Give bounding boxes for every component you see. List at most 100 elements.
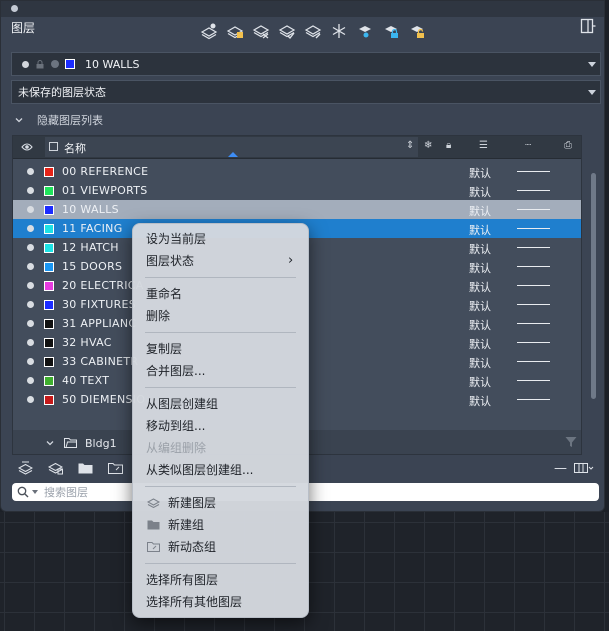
on-icon[interactable] xyxy=(27,377,34,384)
lineweight-sample[interactable] xyxy=(517,209,550,210)
menu-item-new-group[interactable]: 新建组 xyxy=(147,515,204,535)
isolate-icon[interactable] xyxy=(355,21,375,41)
linetype-value[interactable]: 默认 xyxy=(469,355,491,371)
linetype-value[interactable]: 默认 xyxy=(469,222,491,238)
on-icon[interactable] xyxy=(27,168,34,175)
lineweight-sample[interactable] xyxy=(517,171,550,172)
layer-row[interactable]: 01 VIEWPORTS 默认 xyxy=(13,181,581,200)
menu-item-new-layer[interactable]: 新建图层 xyxy=(147,493,216,513)
chevron-down-icon[interactable] xyxy=(46,439,54,447)
palette-drag-bar[interactable] xyxy=(1,1,604,17)
linetype-value[interactable]: 默认 xyxy=(469,336,491,352)
hidden-layer-list-toggle[interactable]: 隐藏图层列表 xyxy=(15,112,103,128)
on-icon[interactable] xyxy=(27,339,34,346)
new-layer-vp-frozen-icon[interactable] xyxy=(48,461,63,475)
vertical-scrollbar[interactable] xyxy=(591,173,596,399)
layer-color-swatch[interactable] xyxy=(44,357,54,367)
new-layer-icon[interactable] xyxy=(18,461,33,475)
match-layer-icon[interactable] xyxy=(303,21,323,41)
on-icon[interactable] xyxy=(27,225,34,232)
on-icon[interactable] xyxy=(27,396,34,403)
layer-color-swatch[interactable] xyxy=(44,243,54,253)
linetype-value[interactable]: 默认 xyxy=(469,393,491,409)
on-icon[interactable] xyxy=(27,187,34,194)
linetype-value[interactable]: 默认 xyxy=(469,203,491,219)
lineweight-sample[interactable] xyxy=(517,304,550,305)
linetype-value[interactable]: 默认 xyxy=(469,184,491,200)
layer-color-swatch[interactable] xyxy=(44,281,54,291)
linetype-column-icon[interactable]: ☰ xyxy=(479,140,488,151)
layer-color-swatch[interactable] xyxy=(44,167,54,177)
menu-item-layer-states[interactable]: 图层状态 › xyxy=(146,251,296,271)
layer-color-swatch[interactable] xyxy=(44,186,54,196)
lock-icon[interactable] xyxy=(381,21,401,41)
on-icon[interactable] xyxy=(27,244,34,251)
menu-item-delete[interactable]: 删除 xyxy=(146,306,170,326)
eye-icon[interactable] xyxy=(21,142,33,152)
menu-item-merge[interactable]: 合并图层... xyxy=(146,361,205,381)
layer-color-swatch[interactable] xyxy=(44,224,54,234)
layer-color-swatch[interactable] xyxy=(44,338,54,348)
close-palette-button[interactable] xyxy=(11,5,18,12)
lineweight-sample[interactable] xyxy=(517,399,550,400)
new-layer-vp-frozen-icon[interactable] xyxy=(225,21,245,41)
current-layer-dropdown[interactable]: 10 WALLS xyxy=(11,52,601,76)
linetype-value[interactable]: 默认 xyxy=(469,374,491,390)
linetype-value[interactable]: 默认 xyxy=(469,241,491,257)
layer-color-swatch[interactable] xyxy=(44,319,54,329)
delete-layer-icon[interactable] xyxy=(251,21,271,41)
menu-item-create-group-from-layers[interactable]: 从图层创建组 xyxy=(146,394,218,414)
lock-column-icon[interactable]: 🔒︎ xyxy=(446,140,451,151)
linetype-value[interactable]: 默认 xyxy=(469,317,491,333)
on-icon[interactable] xyxy=(27,206,34,213)
menu-item-rename[interactable]: 重命名 xyxy=(146,284,182,304)
layer-color-swatch[interactable] xyxy=(44,300,54,310)
layer-state-dropdown[interactable]: 未保存的图层状态 xyxy=(11,80,601,104)
on-icon[interactable] xyxy=(27,301,34,308)
new-group-icon[interactable] xyxy=(78,461,93,475)
menu-item-set-current[interactable]: 设为当前层 xyxy=(146,229,206,249)
layer-color-swatch[interactable] xyxy=(44,376,54,386)
menu-item-new-dynamic-group[interactable]: 新动态组 xyxy=(147,537,216,557)
menu-item-move-to-group[interactable]: 移动到组... xyxy=(146,416,205,436)
linetype-value[interactable]: 默认 xyxy=(469,279,491,295)
on-icon[interactable] xyxy=(27,320,34,327)
unlock-icon[interactable] xyxy=(407,21,427,41)
dock-panel-icon[interactable] xyxy=(580,18,596,34)
freeze-icon[interactable] xyxy=(329,21,349,41)
menu-item-select-all[interactable]: 选择所有图层 xyxy=(146,570,218,590)
lineweight-sample[interactable] xyxy=(517,190,550,191)
layer-color-swatch[interactable] xyxy=(44,205,54,215)
on-icon[interactable] xyxy=(27,358,34,365)
delete-button[interactable]: — xyxy=(554,461,567,476)
lineweight-sample[interactable] xyxy=(517,361,550,362)
sort-icon[interactable]: ⇕ xyxy=(406,140,414,151)
on-icon[interactable] xyxy=(27,263,34,270)
columns-menu-icon[interactable] xyxy=(574,462,594,474)
new-layer-icon[interactable] xyxy=(199,21,219,41)
lineweight-sample[interactable] xyxy=(517,342,550,343)
plot-column-icon[interactable]: ⎙ xyxy=(564,140,572,151)
menu-item-create-group-from-similar[interactable]: 从类似图层创建组... xyxy=(146,460,253,480)
freeze-column-icon[interactable]: ❄ xyxy=(424,140,432,151)
new-dynamic-group-icon[interactable] xyxy=(108,461,123,475)
linetype-value[interactable]: 默认 xyxy=(469,298,491,314)
filter-icon[interactable] xyxy=(565,436,577,448)
linetype-value[interactable]: 默认 xyxy=(469,165,491,181)
lineweight-sample[interactable] xyxy=(517,266,550,267)
layer-row[interactable]: 10 WALLS 默认 xyxy=(13,200,581,219)
lineweight-column-icon[interactable]: ┈ xyxy=(525,140,531,151)
lineweight-sample[interactable] xyxy=(517,228,550,229)
lineweight-sample[interactable] xyxy=(517,380,550,381)
lineweight-sample[interactable] xyxy=(517,285,550,286)
set-current-icon[interactable] xyxy=(277,21,297,41)
lineweight-sample[interactable] xyxy=(517,323,550,324)
menu-item-select-all-others[interactable]: 选择所有其他图层 xyxy=(146,592,242,612)
lineweight-sample[interactable] xyxy=(517,247,550,248)
menu-item-duplicate[interactable]: 复制层 xyxy=(146,339,182,359)
layer-color-swatch[interactable] xyxy=(44,395,54,405)
layer-color-swatch[interactable] xyxy=(44,262,54,272)
linetype-value[interactable]: 默认 xyxy=(469,260,491,276)
layer-row[interactable]: 00 REFERENCE 默认 xyxy=(13,162,581,181)
on-icon[interactable] xyxy=(27,282,34,289)
